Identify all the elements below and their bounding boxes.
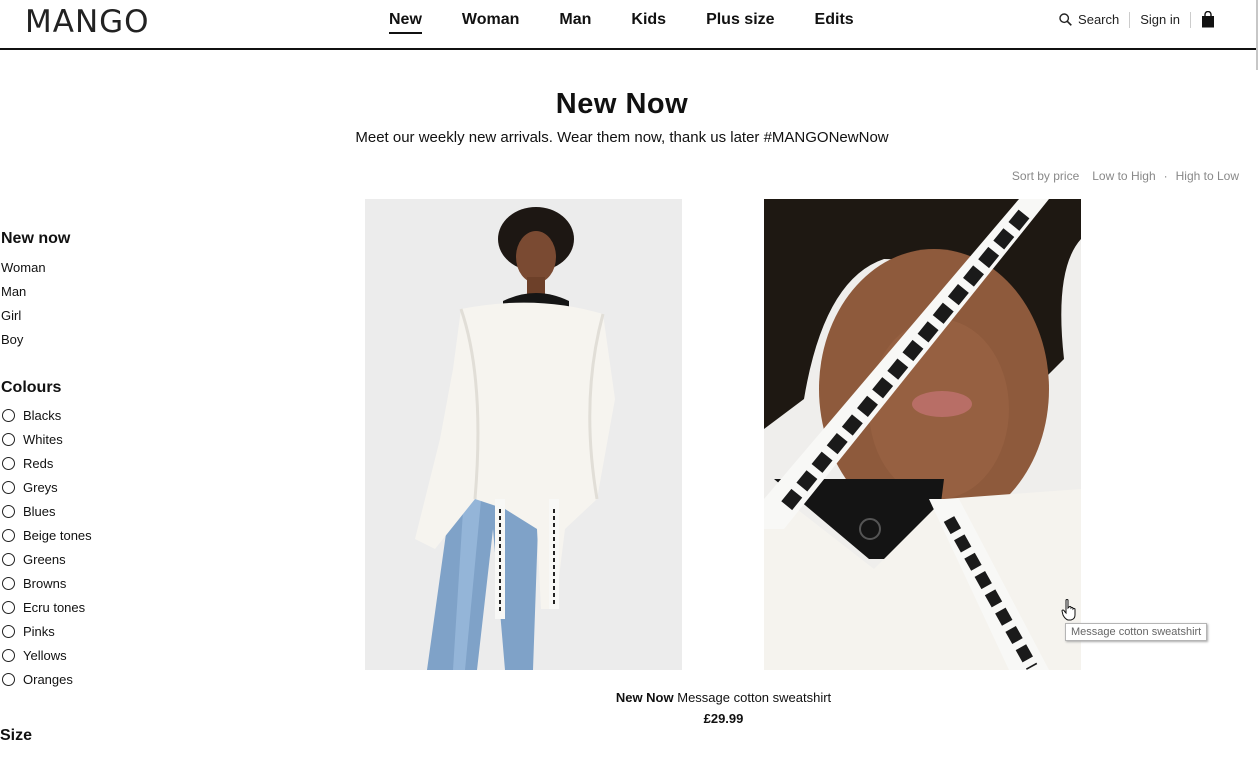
filter-link-boy[interactable]: Boy: [1, 328, 200, 352]
size-heading: Size: [0, 727, 33, 744]
product-title[interactable]: Message cotton sweatshirt: [677, 690, 831, 705]
product-image-full-body[interactable]: [365, 199, 682, 670]
new-now-heading: New now: [1, 230, 71, 247]
filter-link-girl[interactable]: Girl: [1, 304, 200, 328]
colour-label: Beige tones: [23, 527, 92, 543]
colour-label: Blacks: [23, 407, 62, 423]
sort-separator: ·: [1163, 169, 1168, 183]
sort-low-to-high[interactable]: Low to High: [1092, 169, 1155, 183]
product-tooltip: Message cotton sweatshirt: [1065, 623, 1208, 641]
colour-option-oranges[interactable]: Oranges: [0, 667, 92, 691]
colour-option-blues[interactable]: Blues: [0, 499, 92, 523]
model-closeup-illustration: [764, 199, 1081, 670]
search-link[interactable]: Search: [1078, 12, 1119, 27]
colour-label: Browns: [23, 575, 67, 591]
radio-button[interactable]: [2, 480, 15, 494]
radio-button[interactable]: [2, 408, 15, 422]
colour-option-browns[interactable]: Browns: [0, 571, 92, 595]
colour-label: Oranges: [23, 671, 73, 687]
search-icon[interactable]: [1059, 13, 1072, 26]
colour-label: Whites: [23, 431, 63, 447]
colour-label: Pinks: [23, 623, 55, 639]
radio-button[interactable]: [2, 672, 15, 686]
filter-sidebar: New now Woman Man Girl Boy: [0, 230, 200, 352]
colour-label: Yellows: [23, 647, 67, 663]
model-illustration: [365, 199, 682, 670]
radio-button[interactable]: [2, 528, 15, 542]
radio-button[interactable]: [2, 552, 15, 566]
filter-link-woman[interactable]: Woman: [1, 256, 200, 280]
hand-cursor-icon: [1061, 599, 1076, 621]
colour-option-pinks[interactable]: Pinks: [0, 619, 92, 643]
filter-link-man[interactable]: Man: [1, 280, 200, 304]
colour-option-greys[interactable]: Greys: [0, 475, 92, 499]
nav-item-woman[interactable]: Woman: [462, 11, 519, 34]
product-image-closeup[interactable]: [764, 199, 1081, 670]
radio-button[interactable]: [2, 600, 15, 614]
utility-bar: Search Sign in: [1059, 11, 1215, 28]
nav-item-plus-size[interactable]: Plus size: [706, 11, 774, 34]
colour-option-beige-tones[interactable]: Beige tones: [0, 523, 92, 547]
page-title: New Now: [555, 88, 689, 120]
sign-in-link[interactable]: Sign in: [1140, 12, 1180, 27]
mango-logo[interactable]: MANGO: [25, 4, 150, 40]
colour-option-yellows[interactable]: Yellows: [0, 643, 92, 667]
divider: [1190, 11, 1191, 28]
radio-button[interactable]: [2, 504, 15, 518]
sort-label: Sort by price: [1011, 169, 1080, 183]
colour-label: Blues: [23, 503, 56, 519]
radio-button[interactable]: [2, 576, 15, 590]
product-tag: New Now: [615, 690, 674, 705]
sort-high-to-low[interactable]: High to Low: [1176, 169, 1239, 183]
colours-heading: Colours: [1, 379, 62, 396]
radio-button[interactable]: [2, 432, 15, 446]
colour-label: Reds: [23, 455, 54, 471]
nav-item-man[interactable]: Man: [559, 11, 591, 34]
colour-option-ecru-tones[interactable]: Ecru tones: [0, 595, 92, 619]
product-name[interactable]: New Now Message cotton sweatshirt: [365, 690, 1082, 705]
nav-item-new[interactable]: New: [389, 11, 422, 34]
colour-option-whites[interactable]: Whites: [0, 427, 92, 451]
product-price: £29.99: [703, 711, 744, 726]
colour-filter: Colours Blacks Whites Reds Greys Blues B…: [0, 379, 92, 691]
radio-button[interactable]: [2, 648, 15, 662]
shopping-bag-icon[interactable]: [1201, 11, 1215, 28]
nav-item-kids[interactable]: Kids: [631, 11, 666, 34]
nav-item-edits[interactable]: Edits: [815, 11, 854, 34]
radio-button[interactable]: [2, 456, 15, 470]
colour-option-reds[interactable]: Reds: [0, 451, 92, 475]
colour-option-greens[interactable]: Greens: [0, 547, 92, 571]
colour-label: Greens: [23, 551, 66, 567]
site-header: MANGO New Woman Man Kids Plus size Edits…: [0, 0, 1256, 50]
page-subtitle: Meet our weekly new arrivals. Wear them …: [355, 129, 889, 146]
colour-label: Ecru tones: [23, 599, 86, 615]
radio-button[interactable]: [2, 624, 15, 638]
colour-option-blacks[interactable]: Blacks: [0, 403, 92, 427]
colour-label: Greys: [23, 479, 58, 495]
sort-controls: Sort by price Low to High · High to Low: [999, 169, 1239, 183]
main-nav: New Woman Man Kids Plus size Edits: [389, 11, 854, 34]
divider: [1129, 11, 1131, 28]
